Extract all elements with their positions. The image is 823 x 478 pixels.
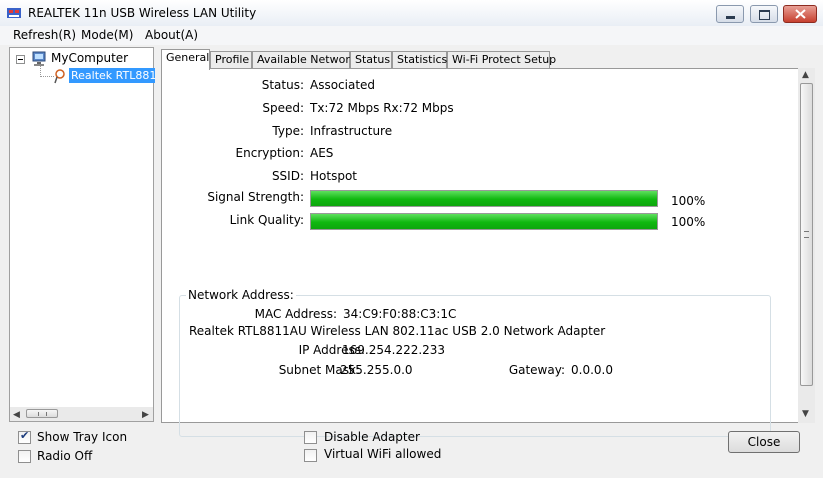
scroll-right-icon[interactable]: ▶ xyxy=(142,410,149,420)
device-tree: MyComputer Realtek RTL8811AU ◀ ▶ xyxy=(9,47,155,422)
collapse-toggle[interactable] xyxy=(16,55,25,64)
network-card-icon xyxy=(7,8,21,18)
mac-address-label: MAC Address: xyxy=(254,307,337,321)
gateway-value: 0.0.0.0 xyxy=(571,363,613,377)
radio-off-checkbox[interactable] xyxy=(18,450,31,463)
network-address-title: Network Address: xyxy=(186,288,296,302)
type-value: Infrastructure xyxy=(310,124,393,138)
close-button[interactable]: Close xyxy=(728,431,800,453)
scroll-left-icon[interactable]: ◀ xyxy=(13,410,20,420)
tab-statistics[interactable]: Statistics xyxy=(392,51,447,69)
virtual-wifi-checkbox[interactable] xyxy=(304,449,317,462)
virtual-wifi-label[interactable]: Virtual WiFi allowed xyxy=(324,447,441,461)
status-label: Status: xyxy=(261,78,304,92)
tab-wifi-protect-setup[interactable]: Wi-Fi Protect Setup xyxy=(447,51,556,69)
maximize-button[interactable] xyxy=(750,5,778,23)
show-tray-icon-label[interactable]: Show Tray Icon xyxy=(37,430,127,444)
ssid-value: Hotspot xyxy=(310,169,357,183)
tab-profile[interactable]: Profile xyxy=(210,51,252,69)
menu-refresh[interactable]: Refresh(R) xyxy=(13,28,76,42)
speed-value: Tx:72 Mbps Rx:72 Mbps xyxy=(310,101,454,115)
link-quality-label: Link Quality: xyxy=(229,213,304,227)
adapter-name: Realtek RTL8811AU Wireless LAN 802.11ac … xyxy=(189,324,606,338)
link-quality-bar xyxy=(310,213,658,230)
status-value: Associated xyxy=(310,78,376,92)
menu-mode[interactable]: Mode(M) xyxy=(81,28,133,42)
type-label: Type: xyxy=(272,124,304,138)
disable-adapter-checkbox[interactable] xyxy=(304,431,317,444)
signal-strength-percent: 100% xyxy=(671,194,706,208)
tab-general[interactable]: General xyxy=(161,49,210,70)
tree-item-mycomputer[interactable]: MyComputer xyxy=(51,51,128,65)
gateway-label: Gateway: xyxy=(508,363,565,377)
show-tray-icon-checkbox[interactable] xyxy=(18,429,31,444)
window-title: REALTEK 11n USB Wireless LAN Utility xyxy=(28,6,257,20)
general-panel: Status: Associated Speed: Tx:72 Mbps Rx:… xyxy=(161,68,815,437)
subnet-mask-value: 255.255.0.0 xyxy=(340,363,413,377)
close-icon xyxy=(795,9,806,19)
scroll-thumb[interactable] xyxy=(26,409,58,418)
panel-vertical-scrollbar[interactable]: ▲ ▼ xyxy=(798,68,815,423)
scroll-up-icon[interactable]: ▲ xyxy=(802,70,809,80)
mac-address-value: 34:C9:F0:88:C3:1C xyxy=(343,307,457,321)
scroll-down-icon[interactable]: ▼ xyxy=(802,409,809,419)
encryption-value: AES xyxy=(310,146,334,160)
tree-horizontal-scrollbar[interactable]: ◀ ▶ xyxy=(10,407,153,421)
ip-address-value: 169.254.222.233 xyxy=(342,343,446,357)
link-quality-percent: 100% xyxy=(671,215,706,229)
tab-status[interactable]: Status xyxy=(350,51,392,69)
ssid-label: SSID: xyxy=(271,169,304,183)
speed-label: Speed: xyxy=(262,101,304,115)
signal-strength-bar xyxy=(310,190,658,207)
close-window-button[interactable] xyxy=(783,5,817,23)
app-window: REALTEK 11n USB Wireless LAN Utility Ref… xyxy=(0,0,823,478)
link-quality-fill xyxy=(311,214,657,229)
radio-off-label[interactable]: Radio Off xyxy=(37,449,92,463)
network-address-group: Network Address: MAC Address: 34:C9:F0:8… xyxy=(179,288,771,437)
signal-strength-label: Signal Strength: xyxy=(207,190,304,204)
scroll-thumb[interactable] xyxy=(800,83,813,386)
menu-about[interactable]: About(A) xyxy=(145,28,198,42)
encryption-label: Encryption: xyxy=(235,146,304,160)
computer-icon xyxy=(32,51,46,66)
signal-strength-fill xyxy=(311,191,657,206)
wireless-adapter-icon xyxy=(54,69,65,84)
tab-available-network[interactable]: Available Network xyxy=(252,51,356,69)
title-bar[interactable]: REALTEK 11n USB Wireless LAN Utility xyxy=(0,0,823,26)
menu-bar: Refresh(R) Mode(M) About(A) xyxy=(0,26,823,45)
tree-connector xyxy=(40,76,54,77)
disable-adapter-label[interactable]: Disable Adapter xyxy=(324,430,420,444)
minimize-button[interactable] xyxy=(716,5,744,23)
tree-item-adapter[interactable]: Realtek RTL8811AU xyxy=(69,68,155,83)
